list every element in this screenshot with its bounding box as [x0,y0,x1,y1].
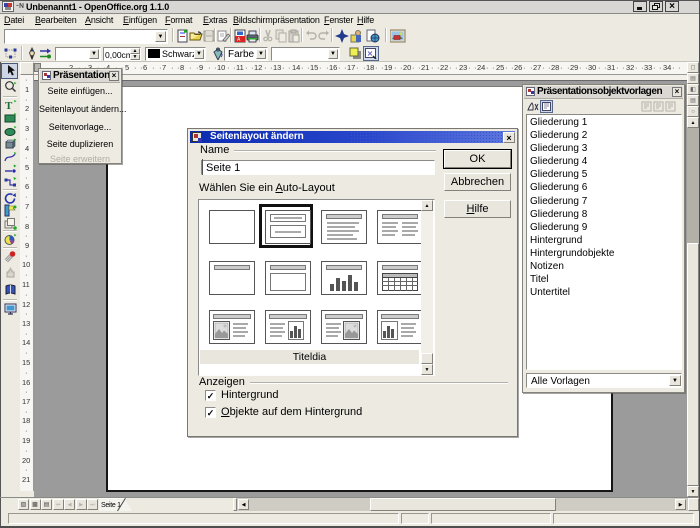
svg-text:T: T [5,100,13,112]
